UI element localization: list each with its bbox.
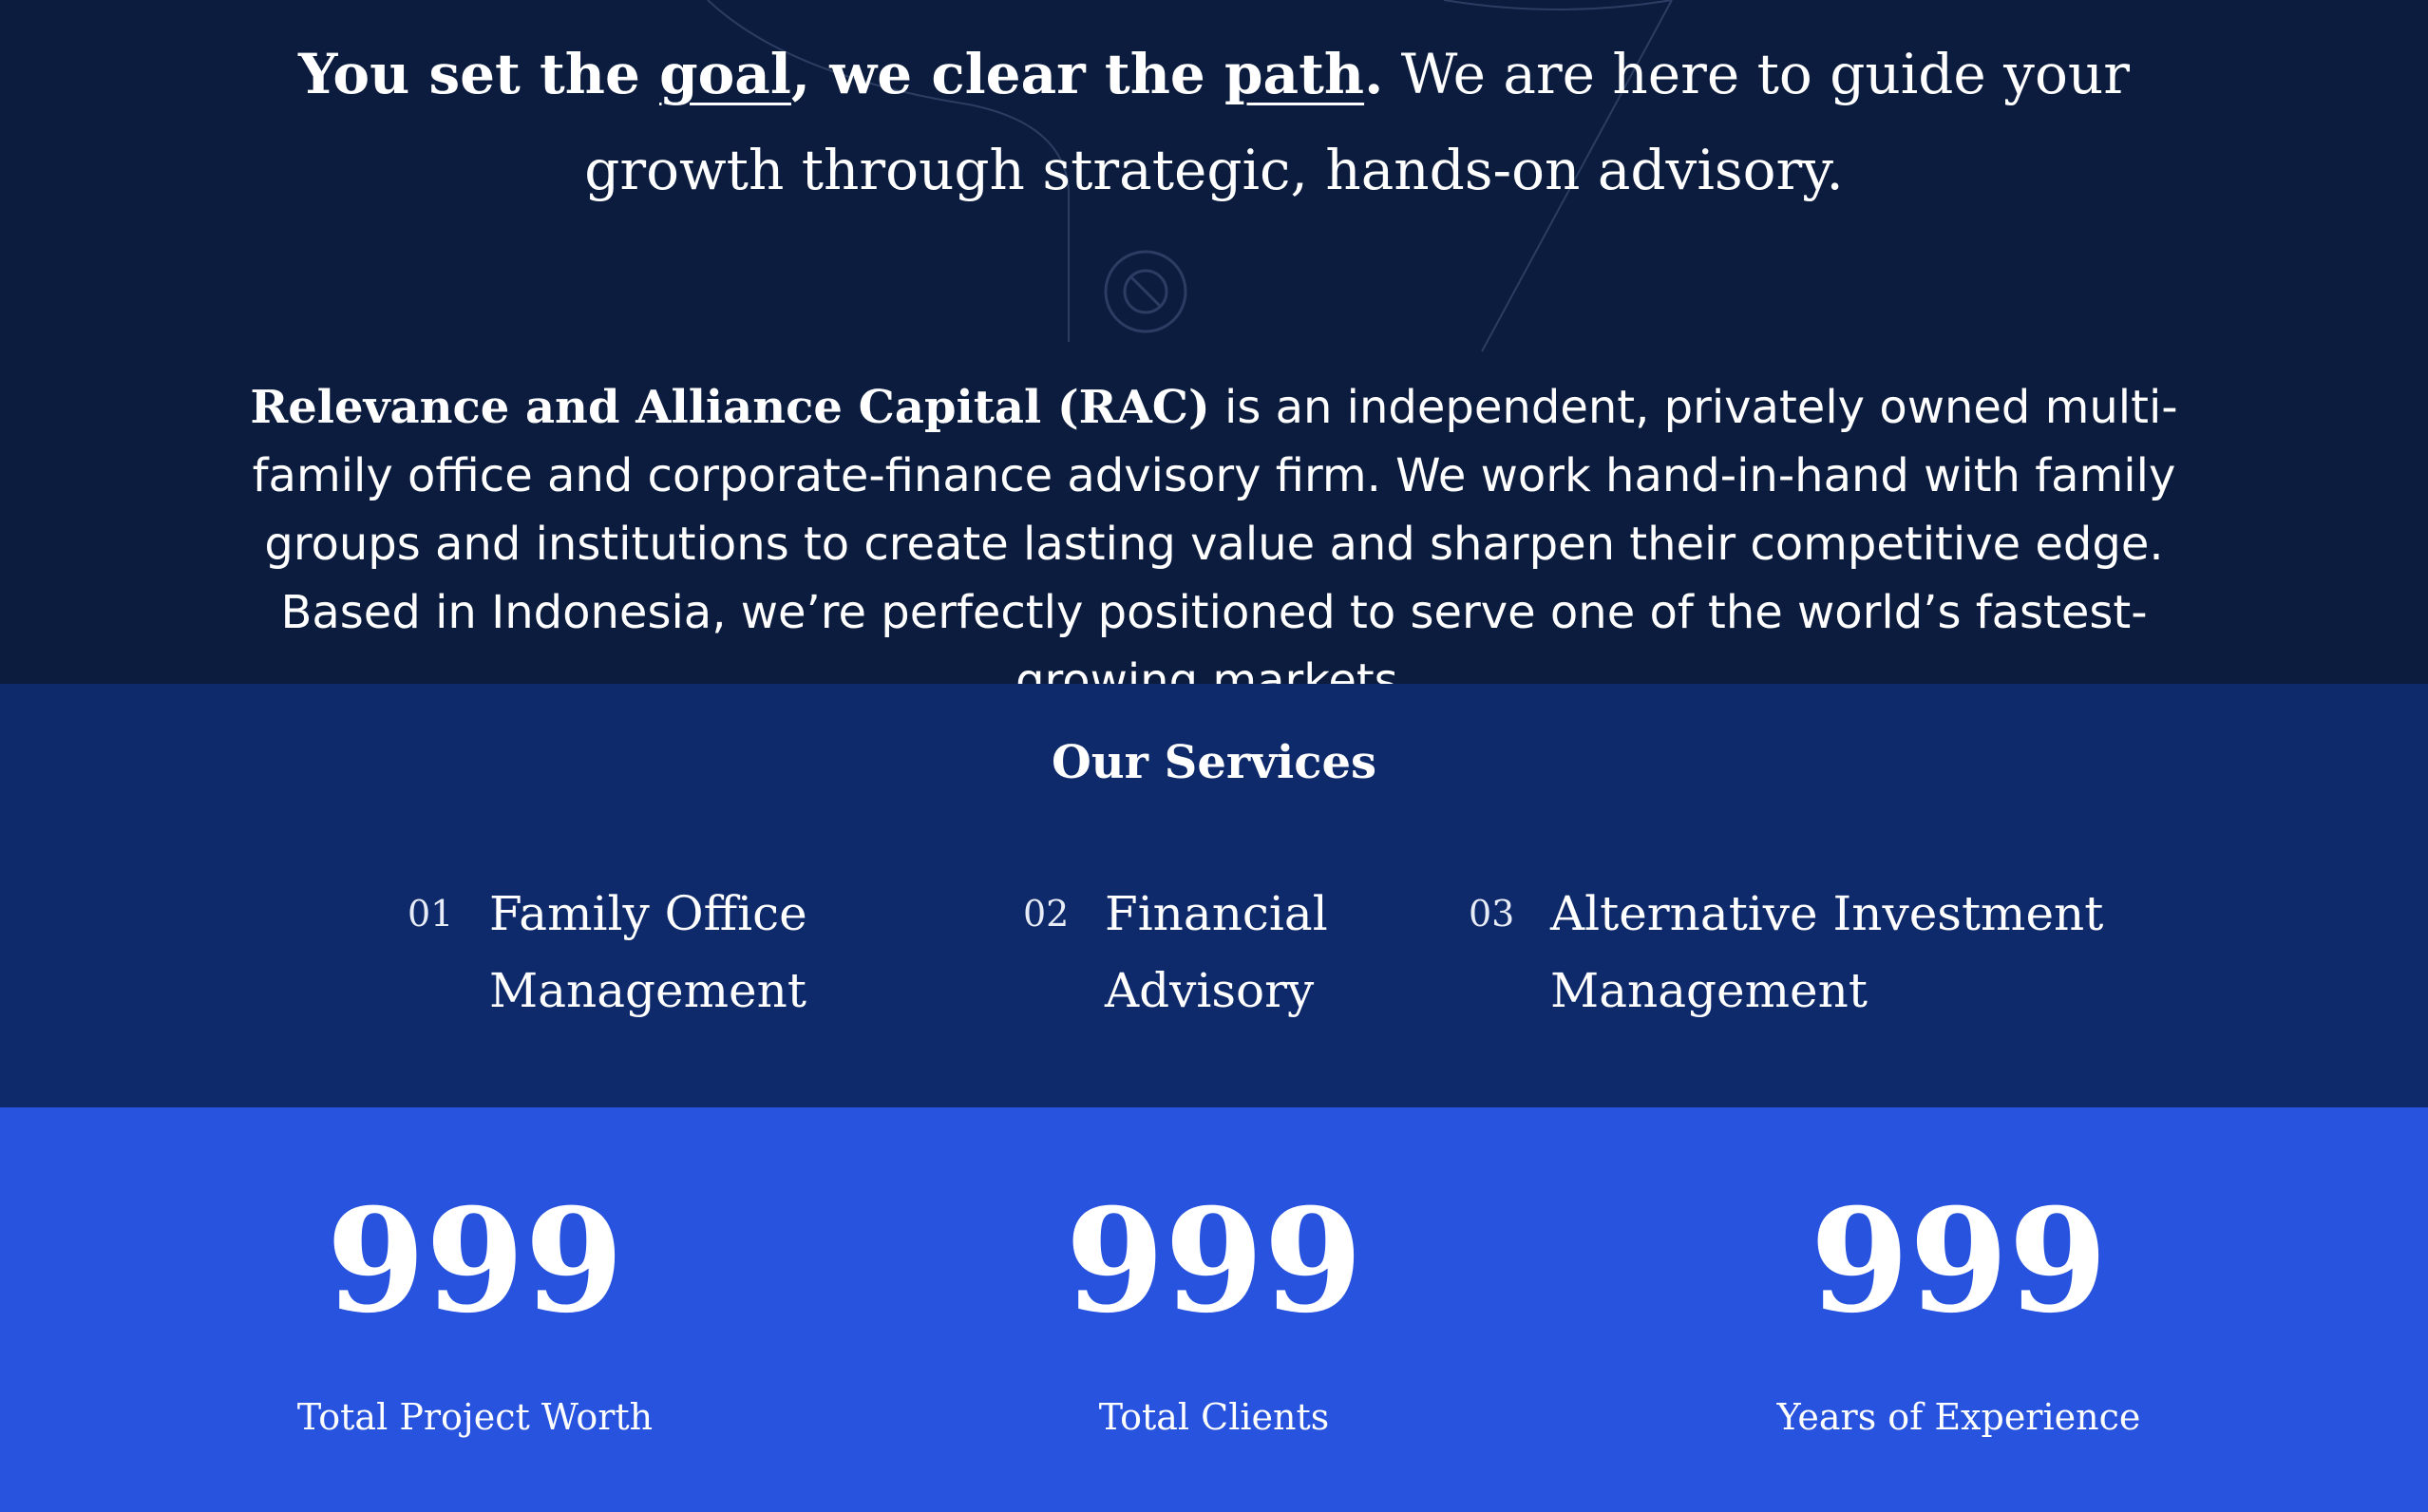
service-name: Alternative Investment Management — [1550, 876, 2103, 1030]
tagline-bold-part-1: You set the — [298, 42, 660, 106]
service-number: 03 — [1469, 893, 1515, 935]
tagline-path-word: path — [1223, 42, 1365, 106]
service-name: Financial Advisory — [1105, 876, 1328, 1030]
blocked-circle-icon — [1104, 250, 1187, 333]
service-name-line-2: Management — [1550, 963, 1868, 1018]
tagline-period: . — [1364, 42, 1384, 106]
stat-value: 999 — [1065, 1178, 1363, 1345]
tagline-goal-word: goal — [659, 42, 791, 106]
service-number: 02 — [1023, 893, 1070, 935]
tagline-light-part: We are here to guide your — [1383, 42, 2130, 106]
about-paragraph: Relevance and Alliance Capital (RAC) is … — [190, 373, 2238, 684]
stat-value: 999 — [1810, 1178, 2108, 1345]
tagline-bold-part-2: , we clear the — [790, 42, 1224, 106]
stat-label: Total Clients — [1098, 1396, 1330, 1438]
hero-section: You set the goal, we clear the path. We … — [0, 0, 2428, 684]
service-name-line-1: Family Office — [489, 886, 807, 941]
service-name: Family Office Management — [489, 876, 807, 1030]
stat-value: 999 — [326, 1178, 624, 1345]
stat-label: Years of Experience — [1776, 1396, 2141, 1438]
hero-tagline: You set the goal, we clear the path. We … — [0, 27, 2428, 218]
about-brand-name: Relevance and Alliance Capital (RAC) — [250, 381, 1210, 434]
tagline-line-1: You set the goal, we clear the path. We … — [0, 27, 2428, 123]
service-name-line-2: Advisory — [1105, 963, 1315, 1018]
service-number: 01 — [408, 893, 454, 935]
service-name-line-2: Management — [489, 963, 806, 1018]
tagline-line-2: growth through strategic, hands-on advis… — [584, 138, 1844, 202]
stat-label: Total Project Worth — [296, 1396, 654, 1438]
services-title: Our Services — [1051, 736, 1377, 789]
service-name-line-1: Financial — [1105, 886, 1328, 941]
service-name-line-1: Alternative Investment — [1550, 886, 2104, 941]
